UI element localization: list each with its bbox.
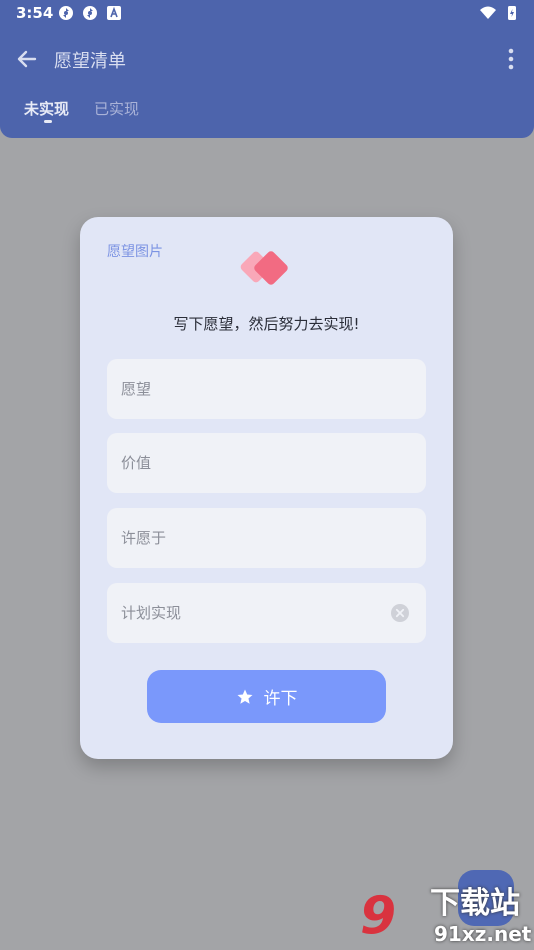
plan-date-field[interactable]: 计划实现 [107, 583, 426, 643]
watermark-url: 91xz.net [434, 922, 532, 946]
watermark-nine-icon: 9 [360, 886, 397, 946]
wish-field[interactable]: 愿望 [107, 359, 426, 419]
battery-charging-icon [508, 6, 516, 20]
app-bar: 愿望清单 未实现 已实现 [0, 28, 534, 138]
sync-icon [59, 6, 73, 20]
wifi-icon [480, 6, 496, 19]
tab-realized[interactable]: 已实现 [94, 98, 139, 119]
wish-date-field-placeholder: 许愿于 [121, 529, 167, 547]
star-icon [237, 689, 252, 704]
status-time: 3:54 [16, 4, 54, 22]
watermark-logo: 9 下载站 91xz.net [360, 886, 534, 950]
wish-field-placeholder: 愿望 [121, 380, 152, 398]
wish-image-button[interactable]: 愿望图片 [107, 241, 163, 261]
heart-logo-icon [240, 251, 288, 285]
watermark-text: 下载站 [430, 886, 520, 921]
wish-date-field[interactable]: 许愿于 [107, 508, 426, 568]
tab-unrealized[interactable]: 未实现 [24, 98, 69, 119]
make-wish-button[interactable]: 许下 [147, 670, 386, 723]
status-bar: 3:54 [0, 0, 534, 28]
clear-icon[interactable] [391, 604, 409, 622]
wish-dialog: 愿望图片 写下愿望，然后努力去实现! 愿望 价值 许愿于 计划实现 许下 [80, 217, 453, 759]
tab-indicator [44, 120, 52, 123]
font-icon [107, 6, 121, 20]
dialog-subtitle: 写下愿望，然后努力去实现! [173, 315, 360, 333]
back-arrow-icon[interactable] [14, 46, 40, 72]
value-field[interactable]: 价值 [107, 433, 426, 493]
more-vert-icon[interactable] [508, 48, 514, 70]
make-wish-label: 许下 [263, 689, 298, 709]
value-field-placeholder: 价值 [121, 454, 152, 472]
sync-icon [83, 6, 97, 20]
page-title: 愿望清单 [54, 51, 126, 72]
plan-date-field-placeholder: 计划实现 [121, 604, 182, 622]
